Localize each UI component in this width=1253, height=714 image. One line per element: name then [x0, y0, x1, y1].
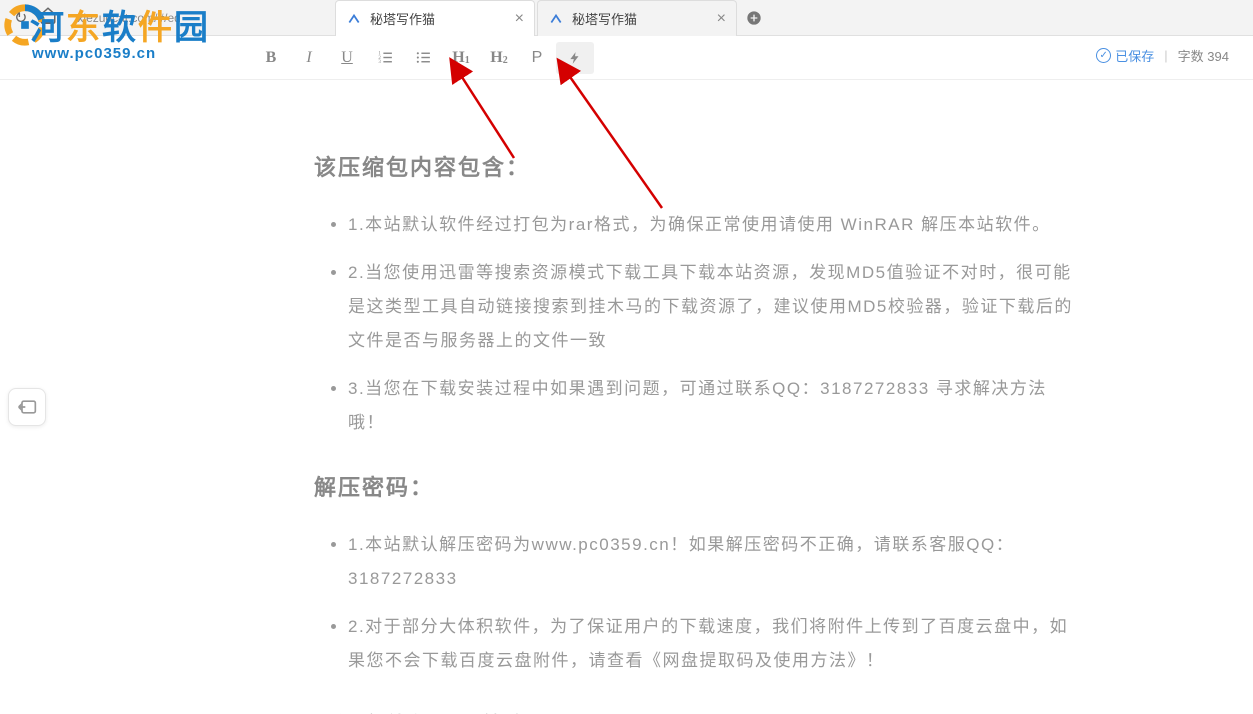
unordered-list-button[interactable]	[404, 42, 442, 74]
paragraph-button[interactable]: P	[518, 42, 556, 74]
browser-bar: ↻ xiezuocat.com/#/ed 秘塔写作猫 × 秘塔写作猫 ×	[0, 0, 1253, 36]
url-bar[interactable]: xiezuocat.com/#/ed	[69, 7, 188, 29]
list-item: 2.对于部分大体积软件，为了保证用户的下载速度，我们将附件上传到了百度云盘中，如…	[348, 610, 1083, 678]
list-item: 1.本站默认解压密码为www.pc0359.cn！如果解压密码不正确，请联系客服…	[348, 528, 1083, 596]
list-item: 1.本站默认软件经过打包为rar格式，为确保正常使用请使用 WinRAR 解压本…	[348, 208, 1083, 242]
saved-indicator: ✓ 已保存	[1096, 46, 1154, 65]
nav-controls: ↻ xiezuocat.com/#/ed	[0, 6, 203, 29]
side-collapse-button[interactable]	[8, 388, 46, 426]
tab-favicon-1	[346, 11, 362, 27]
list-item: 2.当您使用迅雷等搜索资源模式下载工具下载本站资源，发现MD5值验证不对时，很可…	[348, 256, 1083, 358]
section-heading-1: 该压缩包内容包含：	[314, 150, 1083, 182]
section-list-2: 1.本站默认解压密码为www.pc0359.cn！如果解压密码不正确，请联系客服…	[314, 528, 1083, 678]
tab-title-1: 秘塔写作猫	[370, 9, 507, 28]
editor-toolbar: B I U 123 H1 H2 P	[0, 36, 1253, 80]
tab-strip: 秘塔写作猫 × 秘塔写作猫 ×	[335, 0, 769, 36]
word-count: 字数 394	[1178, 46, 1229, 65]
format-buttons: B I U 123 H1 H2 P	[252, 42, 594, 74]
italic-button[interactable]: I	[290, 42, 328, 74]
underline-button[interactable]: U	[328, 42, 366, 74]
tab-1[interactable]: 秘塔写作猫 ×	[335, 0, 535, 36]
status-divider: |	[1164, 48, 1167, 63]
list-item: 3.当您在下载安装过程中如果遇到问题，可通过联系QQ：3187272833 寻求…	[348, 372, 1083, 440]
editor-content[interactable]: 该压缩包内容包含： 1.本站默认软件经过打包为rar格式，为确保正常使用请使用 …	[244, 80, 1153, 714]
tab-close-1[interactable]: ×	[515, 10, 524, 28]
tab-title-2: 秘塔写作猫	[572, 9, 709, 28]
saved-label: 已保存	[1115, 46, 1154, 65]
h2-button[interactable]: H2	[480, 42, 518, 74]
new-tab-button[interactable]	[739, 0, 769, 36]
tab-2[interactable]: 秘塔写作猫 ×	[537, 0, 737, 36]
section-heading-3: 《河东软件园》简介：	[314, 708, 1083, 714]
tab-favicon-2	[548, 11, 564, 27]
reload-icon[interactable]: ↻	[14, 8, 27, 28]
tab-close-2[interactable]: ×	[717, 10, 726, 28]
bold-button[interactable]: B	[252, 42, 290, 74]
svg-text:3: 3	[378, 60, 381, 65]
section-list-1: 1.本站默认软件经过打包为rar格式，为确保正常使用请使用 WinRAR 解压本…	[314, 208, 1083, 440]
ordered-list-button[interactable]: 123	[366, 42, 404, 74]
check-icon: ✓	[1096, 48, 1111, 63]
bolt-button[interactable]	[556, 42, 594, 74]
home-icon[interactable]	[39, 6, 57, 29]
section-heading-2: 解压密码：	[314, 470, 1083, 502]
status-bar: ✓ 已保存 | 字数 394	[1096, 46, 1229, 65]
h1-button[interactable]: H1	[442, 42, 480, 74]
